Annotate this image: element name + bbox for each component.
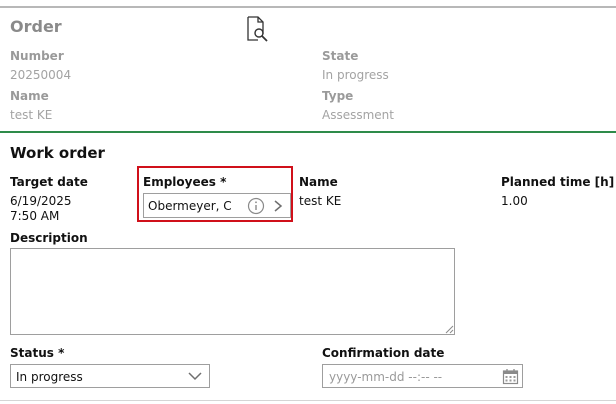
description-label: Description — [10, 231, 88, 245]
work-order-name-value: test KE — [299, 194, 342, 208]
order-state-value: In progress — [322, 68, 389, 82]
confirmation-date-placeholder: yyyy-mm-dd --:-- -- — [329, 370, 443, 384]
calendar-icon[interactable] — [502, 368, 519, 385]
target-time-value: 7:50 AM — [10, 209, 60, 223]
bottom-divider — [0, 400, 616, 401]
status-select[interactable]: In progress — [10, 364, 210, 388]
description-textarea[interactable] — [10, 248, 455, 335]
chevron-down-icon — [188, 372, 202, 381]
confirmation-date-label: Confirmation date — [322, 346, 445, 360]
document-search-icon[interactable] — [245, 16, 269, 42]
order-state-label: State — [322, 49, 359, 63]
target-date-value: 6/19/2025 — [10, 194, 72, 208]
employees-label: Employees * — [143, 175, 227, 189]
chevron-right-icon[interactable] — [272, 198, 284, 214]
work-order-name-label: Name — [299, 175, 338, 189]
resize-grip-icon[interactable] — [445, 325, 454, 334]
order-section-title: Order — [10, 17, 62, 36]
planned-time-value: 1.00 — [501, 194, 528, 208]
top-divider — [0, 6, 616, 8]
status-value: In progress — [16, 370, 83, 384]
info-icon[interactable] — [247, 197, 265, 215]
order-number-label: Number — [10, 49, 64, 63]
order-name-label: Name — [10, 89, 49, 103]
confirmation-date-input[interactable]: yyyy-mm-dd --:-- -- — [322, 364, 523, 388]
planned-time-label: Planned time [h] — [501, 175, 615, 189]
order-number-value: 20250004 — [10, 68, 72, 82]
status-label: Status * — [10, 346, 65, 360]
employees-field[interactable]: Obermeyer, C — [143, 193, 291, 218]
work-order-title: Work order — [10, 144, 105, 162]
order-type-value: Assessment — [322, 108, 394, 122]
section-divider — [0, 131, 616, 133]
order-type-label: Type — [322, 89, 354, 103]
order-name-value: test KE — [10, 108, 53, 122]
employees-value: Obermeyer, C — [148, 199, 232, 213]
target-date-label: Target date — [10, 175, 88, 189]
